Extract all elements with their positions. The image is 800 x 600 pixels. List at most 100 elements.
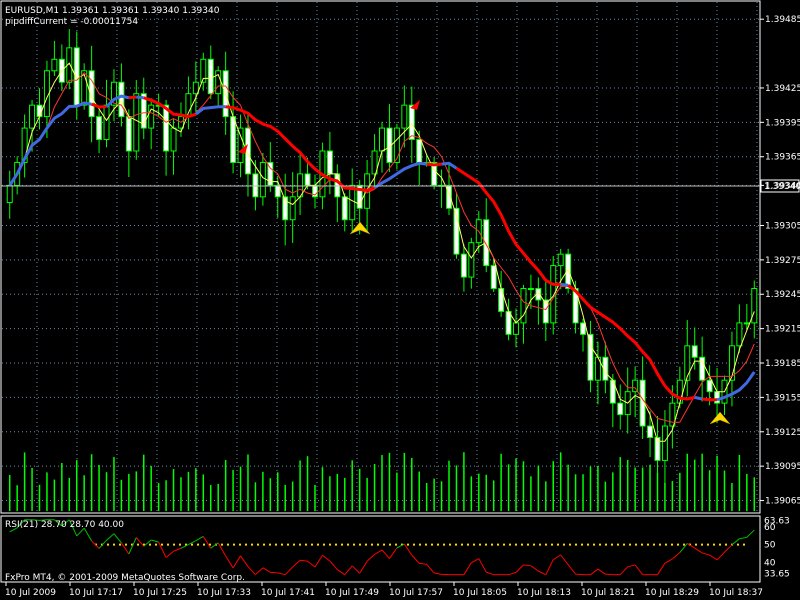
rsi-line-segment xyxy=(232,555,241,569)
rsi-line-segment xyxy=(300,559,308,562)
candle-body xyxy=(259,161,266,198)
rsi-line-segment xyxy=(359,561,368,574)
rsi-line-segment xyxy=(165,550,174,558)
rsi-line-segment xyxy=(225,555,234,569)
rsi-line-segment xyxy=(247,566,256,576)
price-tick-label: 1.39485 xyxy=(765,15,800,25)
candle-body xyxy=(527,288,534,291)
rsi-indicator: 63.6360504033.65 xyxy=(9,516,790,580)
rsi-tick-label: 50 xyxy=(764,541,776,551)
trend-ma-segment xyxy=(136,95,144,100)
rsi-line-segment xyxy=(322,554,331,562)
buy-arrow-icon xyxy=(709,411,731,425)
rsi-line-segment xyxy=(486,571,494,576)
price-tick-label: 1.39215 xyxy=(765,325,800,335)
rsi-line-segment xyxy=(619,566,629,576)
time-tick-label: 10 Jul 17:57 xyxy=(389,588,443,598)
candle-body xyxy=(73,47,80,106)
time-axis: 10 Jul 2009 10 Jul 17:17 10 Jul 17:25 10 Ju… xyxy=(5,582,763,598)
rsi-line-segment xyxy=(381,549,390,559)
candle-body xyxy=(252,173,259,198)
rsi-line-segment xyxy=(567,564,576,575)
price-tick-label: 1.39340 xyxy=(765,181,800,191)
rsi-line-segment xyxy=(344,565,353,576)
rsi-line-segment xyxy=(746,529,755,538)
price-chart[interactable]: 63.6360504033.65 1.39340 1.394851.394251… xyxy=(0,0,800,600)
main-panel-frame xyxy=(0,0,761,514)
volume-histogram xyxy=(8,452,756,511)
rsi-line-segment xyxy=(106,533,115,541)
candle-body xyxy=(498,288,505,312)
rsi-line-segment xyxy=(724,544,733,553)
rsi-line-segment xyxy=(411,554,420,564)
rsi-line-segment xyxy=(530,565,539,572)
time-tick-label: 10 Jul 18:37 xyxy=(709,588,763,598)
rsi-line-segment xyxy=(284,566,294,576)
rsi-tick-label: 40 xyxy=(764,558,776,568)
price-axis: 1.39485 1.39425 1.39395 1.39365 1.39340 1.393… xyxy=(760,15,800,507)
candle-body xyxy=(334,173,341,198)
copyright-text: FxPro MT4, © 2001-2009 MetaQuotes Softwa… xyxy=(5,573,245,583)
rsi-line-segment xyxy=(180,544,189,549)
rsi-line-segment xyxy=(277,572,286,576)
rsi-label: RSI(21) 28.70 28.70 40.00 xyxy=(5,520,124,530)
rsi-line-segment xyxy=(523,564,531,567)
rsi-line-segment xyxy=(463,562,472,575)
rsi-line-segment xyxy=(634,564,643,575)
rsi-tick-label: 33.65 xyxy=(764,570,790,580)
rsi-line-segment xyxy=(210,542,219,549)
rsi-line-segment xyxy=(657,562,666,575)
trend-ma-segment xyxy=(567,284,696,401)
rsi-line-segment xyxy=(597,568,606,575)
candle-body xyxy=(163,104,170,152)
rsi-line-segment xyxy=(552,554,561,561)
candle-body xyxy=(691,345,698,358)
time-tick-label: 10 Jul 18:13 xyxy=(517,588,571,598)
candle-body xyxy=(393,127,400,163)
candle-body xyxy=(230,116,237,163)
price-tick-label: 1.39245 xyxy=(765,290,800,300)
time-tick-label: 10 Jul 17:25 xyxy=(133,588,187,598)
candle-body xyxy=(714,391,721,404)
rsi-line-segment xyxy=(605,573,613,576)
trend-ma-segment xyxy=(694,395,703,401)
indicator-header: pipdiffCurrent = -0.00011754 xyxy=(5,17,138,27)
candle-body xyxy=(96,116,103,141)
price-tick-label: 1.39095 xyxy=(765,462,800,472)
candle-body xyxy=(736,322,743,347)
price-tick-label: 1.39275 xyxy=(765,256,800,266)
time-tick-label: 10 Jul 17:41 xyxy=(261,588,315,598)
time-tick-label: 10 Jul 17:17 xyxy=(69,588,123,598)
candle-body xyxy=(103,104,110,141)
candle-body xyxy=(125,116,132,152)
price-tick-label: 1.39425 xyxy=(765,84,800,94)
time-tick-label: 10 Jul 18:29 xyxy=(645,588,699,598)
time-tick-label: 10 Jul 17:49 xyxy=(325,588,379,598)
rsi-line-segment xyxy=(329,560,338,571)
rsi-line-segment xyxy=(270,571,278,574)
candle-body xyxy=(743,322,750,325)
rsi-line-segment xyxy=(396,543,405,549)
rsi-line-segment xyxy=(419,562,427,565)
candle-body xyxy=(513,322,520,335)
rsi-line-segment xyxy=(351,565,361,574)
candle-body xyxy=(416,139,423,163)
rsi-line-segment xyxy=(575,573,584,576)
candle-body xyxy=(51,58,58,72)
rsi-line-segment xyxy=(508,571,517,576)
candle-body xyxy=(170,127,177,152)
trend-ma-segment xyxy=(702,397,717,402)
rsi-line-segment xyxy=(389,547,398,559)
trend-ma-segment xyxy=(560,282,569,287)
rsi-line-segment xyxy=(560,554,569,565)
rsi-line-segment xyxy=(83,527,93,542)
rsi-line-segment xyxy=(426,563,435,574)
rsi-line-segment xyxy=(151,539,159,543)
rsi-line-segment xyxy=(403,543,413,556)
candle-body xyxy=(289,196,296,221)
candle-body xyxy=(29,104,36,129)
candle-body xyxy=(326,150,333,175)
rsi-line-segment xyxy=(314,554,323,568)
rsi-tick-label: 60 xyxy=(764,523,776,533)
price-tick-label: 1.39125 xyxy=(765,428,800,438)
